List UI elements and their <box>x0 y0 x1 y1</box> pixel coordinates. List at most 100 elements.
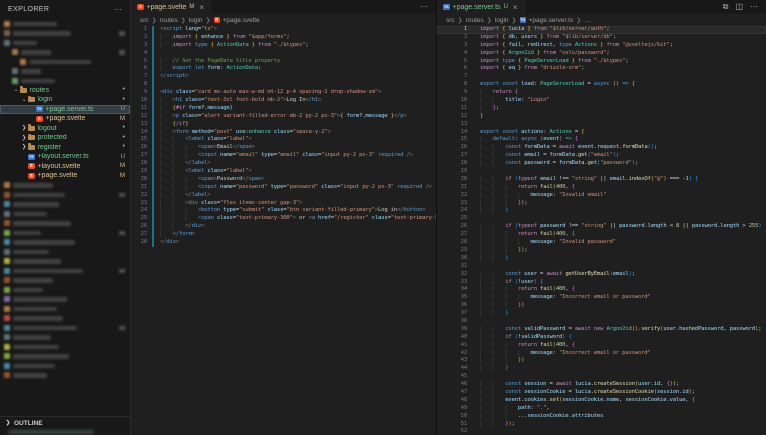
breadcrumb-symbol-tail[interactable]: … <box>584 17 591 24</box>
explorer-item-redacted[interactable] <box>0 333 130 343</box>
explorer-item-redacted[interactable] <box>0 361 130 371</box>
explorer-item-redacted[interactable] <box>0 295 130 305</box>
explorer-item-logout[interactable]: ❯logout• <box>0 124 130 134</box>
code-line[interactable]: 27 return fail(400, { <box>437 231 766 239</box>
code-line[interactable]: 2 import { enhance } from "$app/forms"; <box>131 34 436 42</box>
code-line[interactable]: 18 </label> <box>131 160 436 168</box>
code-line[interactable]: 42 message: "Incorrect email or password… <box>437 350 766 358</box>
explorer-item-redacted[interactable] <box>0 257 130 267</box>
breadcrumb[interactable]: src❯routes❯login❯+page.svelte <box>131 14 436 26</box>
breadcrumb-item[interactable]: routes <box>160 17 178 24</box>
code-line[interactable]: 36 }) <box>437 302 766 310</box>
code-line[interactable]: 2import { db, users } from "$lib/server/… <box>437 34 766 42</box>
code-line[interactable]: 32 const user = await getUserByEmail(ema… <box>437 271 766 279</box>
code-line[interactable]: 18 const password = formData.get("passwo… <box>437 160 766 168</box>
breadcrumb-item[interactable]: routes <box>466 17 484 24</box>
code-line[interactable]: 1import { lucia } from "$lib/server/auth… <box>437 26 766 34</box>
code-editor-page-svelte[interactable]: 1<script lang="ts">2 import { enhance } … <box>131 26 436 435</box>
code-line[interactable]: 31 <box>437 263 766 271</box>
explorer-item-redacted[interactable] <box>0 228 130 238</box>
explorer-item-redacted[interactable] <box>0 57 130 67</box>
breadcrumb-item[interactable]: login <box>189 17 203 24</box>
tab-page-svelte[interactable]: +page.svelte M × <box>131 0 211 14</box>
code-line[interactable]: 6 export let form: ActionData; <box>131 65 436 73</box>
explorer-item-redacted[interactable] <box>0 323 130 333</box>
code-line[interactable]: 5import type { PageServerLoad } from "./… <box>437 58 766 66</box>
code-line[interactable]: 19 <label class="label"> <box>131 168 436 176</box>
code-line[interactable]: 45 <box>437 373 766 381</box>
breadcrumb[interactable]: src❯routes❯login❯+page.server.ts❯… <box>437 14 766 26</box>
code-line[interactable]: 17 const email = formData.get("email"); <box>437 152 766 160</box>
code-line[interactable]: 4import { Argon2id } from "oslo/password… <box>437 50 766 58</box>
code-line[interactable]: 10 title: "Login" <box>437 97 766 105</box>
code-line[interactable]: 47 const sessionCookie = lucia.createSes… <box>437 389 766 397</box>
code-line[interactable]: 25 <span class="text-primary-300"> or <a… <box>131 215 436 223</box>
code-line[interactable]: 52 <box>437 428 766 435</box>
explorer-item--page-svelte[interactable]: +page.svelteM <box>0 114 130 124</box>
code-line[interactable]: 12 <p class="alert variant-filled-error … <box>131 113 436 121</box>
explorer-item-redacted[interactable] <box>0 219 130 229</box>
code-line[interactable]: 24 } <box>437 207 766 215</box>
code-line[interactable]: 22 </label> <box>131 192 436 200</box>
explorer-item-login[interactable]: ⌄login• <box>0 95 130 105</box>
code-line[interactable]: 11 {#if form?.message} <box>131 105 436 113</box>
code-line[interactable]: 14export const actions: Actions = { <box>437 129 766 137</box>
explorer-item-redacted[interactable] <box>0 314 130 324</box>
code-line[interactable]: 21 return fail(400, { <box>437 184 766 192</box>
code-line[interactable]: 35 message: "Incorrect email or password… <box>437 294 766 302</box>
code-line[interactable]: 40 if (!validPassword) { <box>437 334 766 342</box>
explorer-item-redacted[interactable] <box>0 276 130 286</box>
code-line[interactable]: 34 return fail(400, { <box>437 286 766 294</box>
breadcrumb-file[interactable]: +page.svelte <box>223 17 260 24</box>
explorer-item-redacted[interactable] <box>0 29 130 39</box>
code-line[interactable]: 26 </div> <box>131 223 436 231</box>
code-line[interactable]: 39 const validPassword = await new Argon… <box>437 326 766 334</box>
explorer-item-redacted[interactable] <box>0 352 130 362</box>
code-line[interactable]: 22 message: "Invalid email" <box>437 192 766 200</box>
code-line[interactable]: 33 if (!user) { <box>437 279 766 287</box>
code-line[interactable]: 12} <box>437 113 766 121</box>
code-line[interactable]: 37 } <box>437 310 766 318</box>
code-line[interactable]: 3import { fail, redirect, type Actions }… <box>437 42 766 50</box>
explorer-item-register[interactable]: ❯register• <box>0 143 130 153</box>
code-line[interactable]: 5 // Set the PageData title property <box>131 58 436 66</box>
code-line[interactable]: 16 <span>Email</span> <box>131 144 436 152</box>
code-line[interactable]: 43 }) <box>437 357 766 365</box>
code-line[interactable]: 17 <input name="email" type="email" clas… <box>131 152 436 160</box>
explorer-item-redacted[interactable] <box>0 304 130 314</box>
explorer-item-redacted[interactable] <box>0 76 130 86</box>
code-line[interactable]: 28 message: "Invalid password" <box>437 239 766 247</box>
close-icon[interactable]: × <box>513 3 518 12</box>
code-line[interactable]: 24 <button type="submit" class="btn vari… <box>131 207 436 215</box>
explorer-item-redacted[interactable] <box>0 371 130 381</box>
code-line[interactable]: 8 <box>131 81 436 89</box>
code-line[interactable]: 50 ...sessionCookie.attributes <box>437 413 766 421</box>
explorer-item--page-server-ts[interactable]: +page.server.tsU <box>0 105 130 115</box>
code-line[interactable]: 20 if (typeof email !== "string" || emai… <box>437 176 766 184</box>
breadcrumb-item[interactable]: src <box>140 17 149 24</box>
more-actions-icon[interactable]: ⋯ <box>420 3 428 11</box>
code-line[interactable]: 29 }); <box>437 247 766 255</box>
code-line[interactable]: 25 <box>437 215 766 223</box>
code-line[interactable]: 23 <div class="flex items-center gap-3"> <box>131 200 436 208</box>
code-line[interactable]: 11 }; <box>437 105 766 113</box>
code-line[interactable]: 16 const formData = await event.request.… <box>437 144 766 152</box>
explorer-item-redacted[interactable] <box>0 48 130 58</box>
code-line[interactable]: 6import { eq } from "drizzle-orm"; <box>437 65 766 73</box>
code-line[interactable]: 13 <box>437 121 766 129</box>
code-line[interactable]: 8export const load: PageServerLoad = asy… <box>437 81 766 89</box>
explorer-item--layout-server-ts[interactable]: +layout.server.tsU <box>0 152 130 162</box>
code-line[interactable]: 20 <span>Password</span> <box>131 176 436 184</box>
explorer-item-redacted[interactable] <box>0 342 130 352</box>
code-editor-page-server-ts[interactable]: 1import { lucia } from "$lib/server/auth… <box>437 26 766 435</box>
code-line[interactable]: 19 <box>437 168 766 176</box>
code-line[interactable]: 38 <box>437 318 766 326</box>
explorer-item-redacted[interactable] <box>0 209 130 219</box>
explorer-item-redacted[interactable] <box>0 247 130 257</box>
code-line[interactable]: 21 <input name="password" type="password… <box>131 184 436 192</box>
code-line[interactable]: 48 event.cookies.set(sessionCookie.name,… <box>437 397 766 405</box>
code-line[interactable]: 51 }); <box>437 421 766 429</box>
explorer-item-redacted[interactable] <box>0 181 130 191</box>
code-line[interactable]: 10 <h1 class="text-3xl font-bold mb-2">L… <box>131 97 436 105</box>
explorer-item-redacted[interactable] <box>0 67 130 77</box>
